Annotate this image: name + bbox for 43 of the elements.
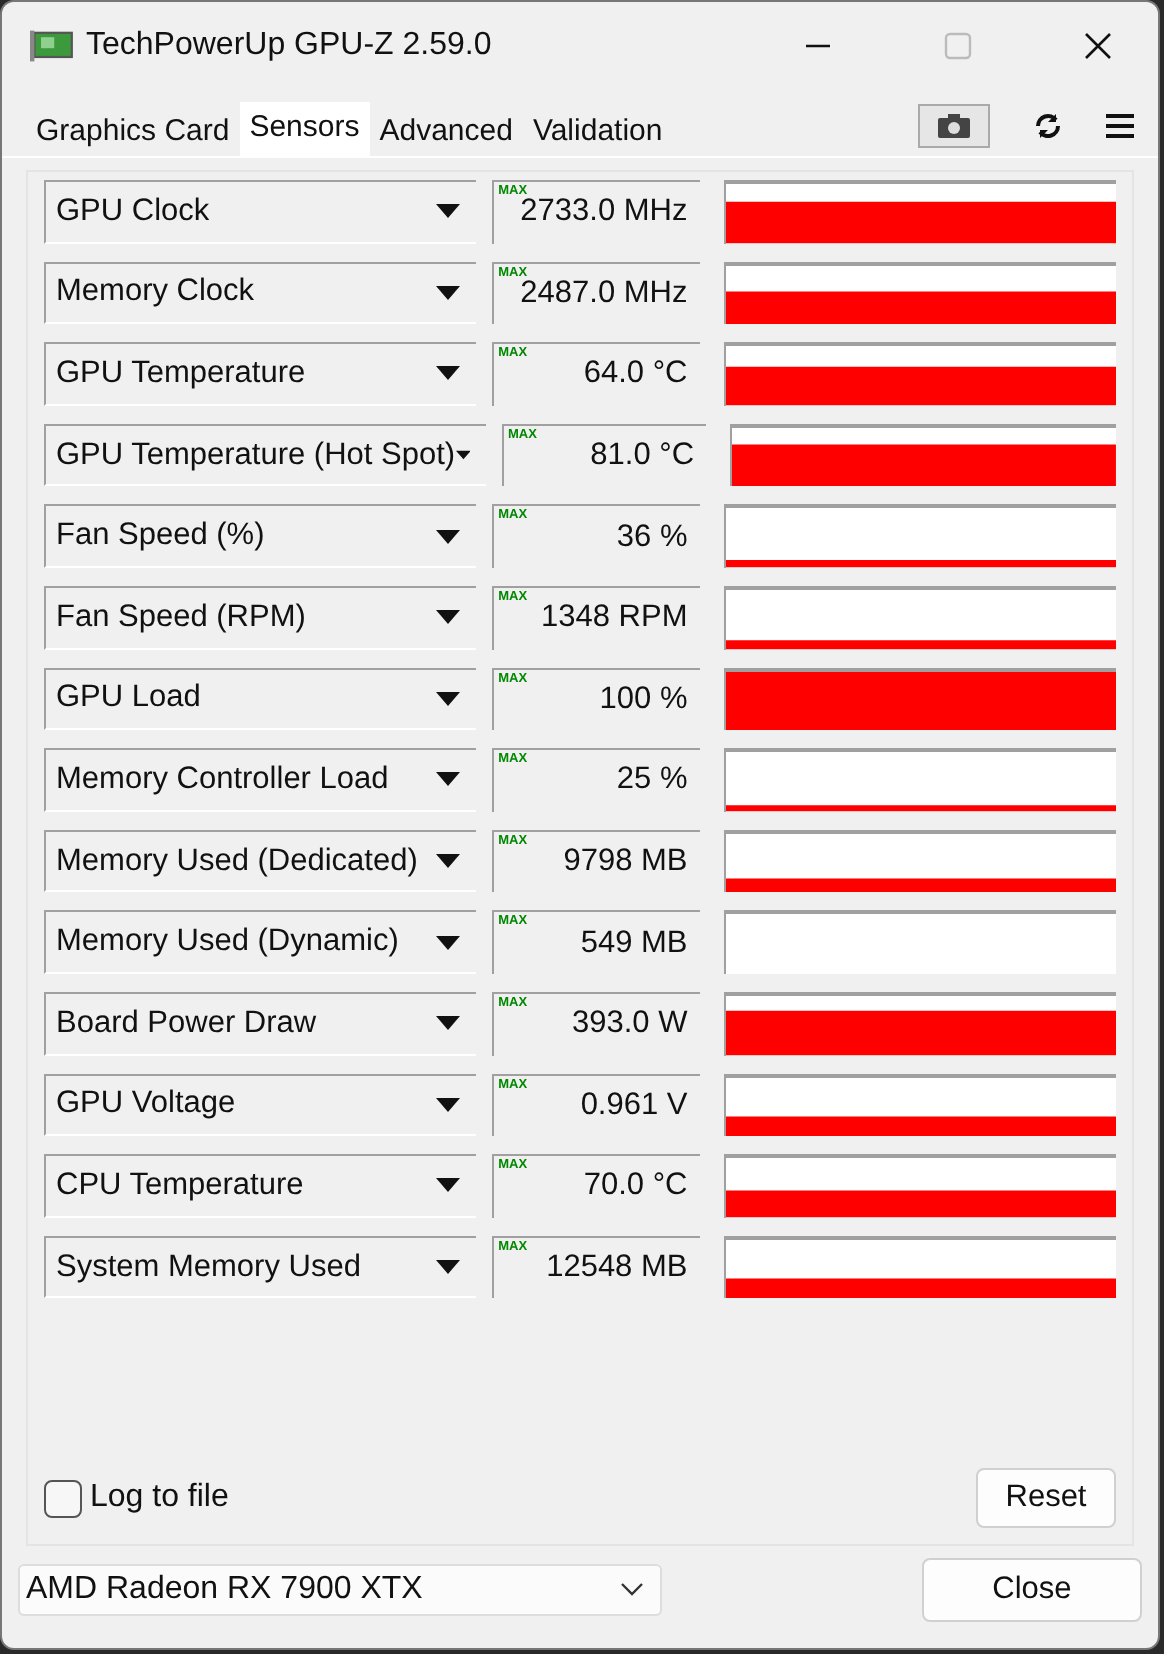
reset-button[interactable]: Reset	[976, 1468, 1116, 1528]
sensor-dropdown[interactable]: CPU Temperature	[44, 1154, 477, 1218]
graphics-card-icon	[30, 28, 74, 64]
tab[interactable]: Advanced	[369, 102, 523, 156]
log-to-file-checkbox[interactable]: Log to file	[44, 1479, 229, 1517]
window-title: TechPowerUp GPU-Z 2.59.0	[86, 28, 494, 64]
refresh-icon[interactable]	[1034, 112, 1062, 140]
sensor-dropdown[interactable]: Memory Controller Load	[44, 748, 477, 812]
chevron-icon	[620, 1582, 644, 1598]
close-icon[interactable]	[1082, 30, 1114, 62]
caret-icon	[436, 691, 461, 706]
caret-icon	[436, 204, 461, 219]
sensor-dropdown[interactable]: Fan Speed (%)	[44, 504, 477, 568]
device-dropdown[interactable]: AMD Radeon RX 7900 XTX	[18, 1564, 662, 1616]
camera-icon[interactable]	[918, 104, 990, 148]
caret-icon	[436, 366, 461, 381]
caret-icon	[455, 448, 470, 463]
sensor-dropdown[interactable]: Fan Speed (RPM)	[44, 585, 477, 650]
caret-icon	[436, 1260, 461, 1275]
sensor-dropdown[interactable]: GPU Temperature	[44, 342, 477, 406]
caret-icon	[436, 285, 461, 300]
caret-icon	[436, 1178, 461, 1193]
sensor-dropdown[interactable]: GPU Voltage	[44, 1073, 477, 1137]
menu-icon[interactable]	[1106, 114, 1134, 138]
caret-icon	[436, 854, 461, 869]
tab[interactable]: Graphics Card	[26, 102, 240, 156]
caret-icon	[436, 529, 461, 544]
sensor-dropdown[interactable]: Memory Used (Dedicated)	[44, 829, 477, 893]
close-button[interactable]: Close	[922, 1558, 1142, 1622]
sensor-dropdown[interactable]: GPU Temperature (Hot Spot)	[44, 423, 486, 487]
sensor-dropdown[interactable]: Board Power Draw	[44, 991, 477, 1056]
sensor-dropdown[interactable]: Memory Clock	[44, 261, 477, 325]
sensor-dropdown[interactable]: Memory Used (Dynamic)	[44, 910, 477, 974]
caret-icon	[436, 1016, 461, 1031]
tab[interactable]: Validation	[522, 102, 673, 156]
sensor-dropdown[interactable]: GPU Load	[44, 667, 477, 731]
tab[interactable]: Sensors	[239, 102, 370, 156]
sensor-dropdown[interactable]: System Memory Used	[44, 1235, 477, 1299]
caret-icon	[436, 610, 461, 625]
caret-icon	[436, 772, 461, 787]
caret-icon	[436, 935, 461, 950]
sensor-dropdown[interactable]: GPU Clock	[44, 180, 477, 244]
caret-icon	[436, 1097, 461, 1112]
